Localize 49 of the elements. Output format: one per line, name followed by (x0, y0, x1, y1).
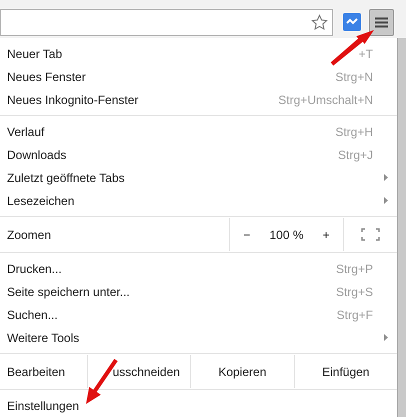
submenu-item[interactable]: Zuletzt geöffnete Tabs (0, 166, 397, 189)
menu-item-label: Drucken... (7, 260, 62, 278)
extension-icon[interactable] (343, 13, 361, 31)
shortcut-text: +T (358, 46, 373, 62)
menu-item[interactable]: Neuer Tab +T (0, 42, 397, 65)
menu-item-label: Zuletzt geöffnete Tabs (7, 170, 125, 186)
menu-item-label: Seite speichern unter... (7, 284, 130, 300)
star-icon[interactable] (311, 14, 328, 30)
menu-item-label: Bearbeiten (6, 364, 66, 380)
menu-item[interactable]: Drucken... Strg+P (0, 257, 397, 280)
menu-item-label: Suchen... (7, 306, 58, 324)
fullscreen-icon[interactable] (361, 228, 380, 241)
edit-button[interactable]: Kopieren (190, 355, 294, 388)
menu-item-label: Weitere Tools (7, 330, 80, 346)
menu-item-label: Neuer Tab (7, 46, 62, 62)
submenu-arrow-icon (384, 174, 388, 181)
submenu-item[interactable]: Weitere Tools (0, 326, 397, 349)
edit-button[interactable]: Einfügen (294, 355, 398, 388)
menu-item[interactable]: Neues Fenster Strg+N (0, 65, 397, 88)
menu-item-label: Zoomen (6, 226, 52, 244)
menu-item-label: Lesezeichen (7, 192, 74, 210)
menu-button[interactable] (369, 8, 394, 36)
menu-item[interactable]: Neues Inkognito-Fenster Strg+Umschalt+N (0, 88, 397, 111)
shortcut-text: Strg+N (335, 68, 373, 86)
menu-icon (375, 16, 388, 28)
menu-item-label: Einstellungen (7, 398, 80, 414)
menu-item[interactable]: Verlauf Strg+H (0, 120, 397, 143)
menu-item[interactable]: Downloads Strg+J (0, 143, 397, 166)
menu-item-label: Downloads (7, 146, 66, 164)
shortcut-text: Strg+S (336, 284, 373, 300)
submenu-item[interactable]: Lesezeichen (0, 189, 397, 212)
zoom-level-text: 100 % (268, 226, 305, 244)
shortcut-text: Strg+F (336, 306, 373, 324)
shortcut-text: Strg+J (338, 146, 373, 164)
submenu-arrow-icon (384, 197, 388, 204)
submenu-arrow-icon (384, 334, 388, 341)
shortcut-text: Strg+Umschalt+N (278, 92, 373, 108)
shortcut-text: Strg+P (336, 260, 373, 278)
zoom-out-button[interactable]: − (230, 226, 264, 244)
annotation-arrow (330, 30, 374, 66)
menu-item[interactable]: Suchen... Strg+F (0, 303, 397, 326)
menu-item-label: Verlauf (7, 124, 44, 140)
menu-item-label: Neues Fenster (7, 68, 86, 86)
menu-item-label: Neues Inkognito-Fenster (7, 92, 138, 108)
address-field[interactable] (0, 8, 333, 36)
zoom-in-button[interactable]: + (309, 226, 343, 244)
menu-item[interactable]: Einstellungen (0, 394, 397, 417)
shortcut-text: Strg+H (335, 124, 373, 140)
menu-item[interactable]: Seite speichern unter... Strg+S (0, 280, 397, 303)
